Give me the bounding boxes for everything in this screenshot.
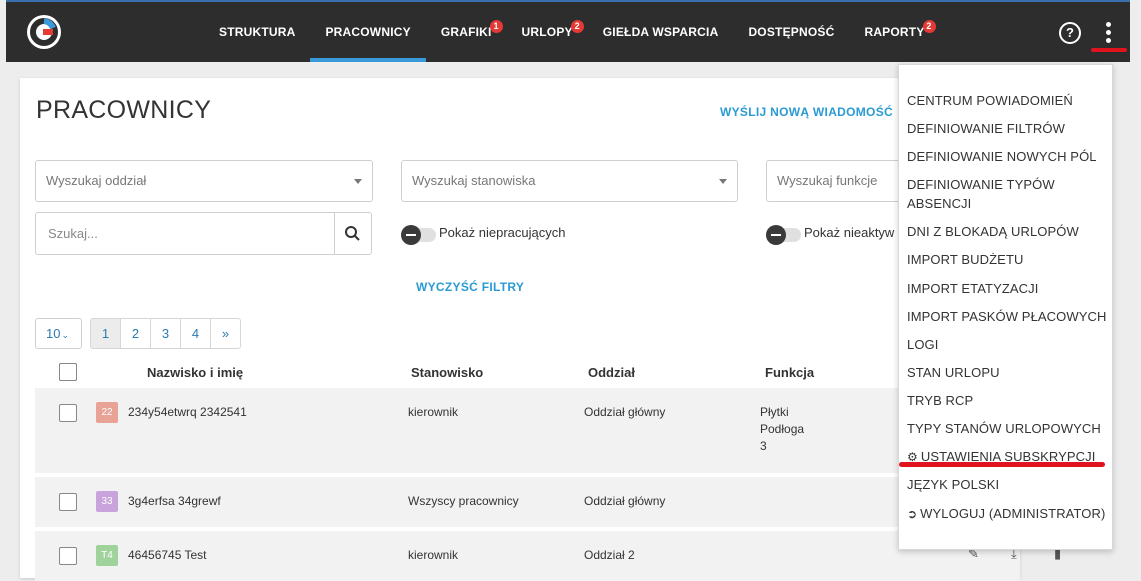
more-options-icon[interactable] <box>1100 22 1116 46</box>
notification-badge: 2 <box>570 20 584 33</box>
menu-item-import-payslips[interactable]: IMPORT PASKÓW PŁACOWYCH <box>907 307 1107 326</box>
show-inactive-toggle[interactable] <box>766 225 801 245</box>
show-inactive-label: Pokaż nieaktyw <box>804 225 895 240</box>
page-button[interactable]: 3 <box>150 318 181 349</box>
employee-department: Oddział główny <box>584 405 666 419</box>
page-title: PRACOWNICY <box>36 96 212 124</box>
function-line: Płytki <box>760 405 789 419</box>
menu-item-import-staffing[interactable]: IMPORT ETATYZACJI <box>907 279 1107 298</box>
employee-department: Oddział 2 <box>584 548 635 562</box>
send-new-message-link[interactable]: WYŚLIJ NOWĄ WIADOMOŚĆ <box>720 105 893 119</box>
notification-badge: 1 <box>489 20 503 33</box>
column-header-department[interactable]: Oddział <box>588 365 635 380</box>
caret-down-icon <box>719 179 727 184</box>
employee-badge: 22 <box>96 402 118 423</box>
chevron-down-icon: ⌄ <box>61 330 70 340</box>
column-header-function[interactable]: Funkcja <box>765 365 814 380</box>
row-checkbox[interactable] <box>59 493 77 511</box>
row-checkbox[interactable] <box>59 547 77 565</box>
function-select-placeholder: Wyszukaj funkcje <box>777 173 878 188</box>
employee-department: Oddział główny <box>584 494 666 508</box>
app-logo[interactable] <box>26 14 62 50</box>
menu-item-leave-block-days[interactable]: DNI Z BLOKADĄ URLOPÓW <box>907 222 1107 241</box>
menu-item-define-absence-types[interactable]: DEFINIOWANIE TYPÓW ABSENCJI <box>907 175 1087 213</box>
page-button[interactable]: 1 <box>90 318 121 349</box>
menu-item-language[interactable]: JĘZYK POLSKI <box>907 475 1107 494</box>
column-header-position[interactable]: Stanowisko <box>411 365 483 380</box>
main-nav: STRUKTURA PRACOWNICY GRAFIKI 1 URLOPY 2 GI… <box>204 2 940 62</box>
employee-function: Płytki Podłoga 3 <box>760 404 804 455</box>
employee-position: Wszyscy pracownicy <box>408 494 519 508</box>
nav-item-gielda-wsparcia[interactable]: GIEŁDA WSPARCIA <box>588 2 734 62</box>
toggle-knob <box>401 225 421 245</box>
nav-label: RAPORTY <box>864 25 925 39</box>
menu-item-define-new-fields[interactable]: DEFINIOWANIE NOWYCH PÓL <box>907 147 1107 166</box>
settings-dropdown-menu: CENTRUM POWIADOMIEŃ DEFINIOWANIE FILTRÓW… <box>898 64 1113 550</box>
employees-card: PRACOWNICY WYŚLIJ NOWĄ WIADOMOŚĆ Wyszuka… <box>20 78 1020 581</box>
menu-item-define-filters[interactable]: DEFINIOWANIE FILTRÓW <box>907 119 1107 138</box>
table-row[interactable]: T4 46456745 Test kierownik Oddział 2 <box>35 531 1020 581</box>
nav-label: STRUKTURA <box>219 25 296 39</box>
nav-label: GIEŁDA WSPARCIA <box>602 25 719 39</box>
nav-item-struktura[interactable]: STRUKTURA <box>204 2 310 62</box>
nav-item-raporty[interactable]: RAPORTY 2 <box>849 2 939 62</box>
toggle-knob <box>766 225 786 245</box>
nav-item-dostepnosc[interactable]: DOSTĘPNOŚĆ <box>733 2 849 62</box>
nav-item-pracownicy[interactable]: PRACOWNICY <box>310 2 426 62</box>
nav-item-grafiki[interactable]: GRAFIKI 1 <box>426 2 507 62</box>
employee-position: kierownik <box>408 405 459 419</box>
function-line: 3 <box>760 439 767 453</box>
caret-down-icon <box>354 179 362 184</box>
menu-item-rcp-mode[interactable]: TRYB RCP <box>907 391 1107 410</box>
nav-label: GRAFIKI <box>440 25 492 39</box>
department-select-placeholder: Wyszukaj oddział <box>46 173 147 188</box>
pagination: 1 2 3 4 » <box>90 318 241 349</box>
logout-icon: ➲ <box>907 507 918 521</box>
department-select[interactable]: Wyszukaj oddział <box>35 160 373 202</box>
top-navigation-bar: STRUKTURA PRACOWNICY GRAFIKI 1 URLOPY 2 GI… <box>6 0 1130 62</box>
nav-item-urlopy[interactable]: URLOPY 2 <box>507 2 588 62</box>
menu-item-leave-status[interactable]: STAN URLOPU <box>907 363 1107 382</box>
show-not-working-label: Pokaż niepracujących <box>439 225 566 240</box>
nav-label: URLOPY <box>521 25 573 39</box>
employee-name[interactable]: 46456745 Test <box>128 547 207 564</box>
table-row[interactable]: 22 234y54etwrq 2342541 kierownik Oddział… <box>35 388 1020 473</box>
nav-label: PRACOWNICY <box>325 25 411 39</box>
menu-item-import-budget[interactable]: IMPORT BUDŻETU <box>907 250 1107 269</box>
search-icon <box>345 226 360 241</box>
menu-item-leave-state-types[interactable]: TYPY STANÓW URLOPOWYCH <box>907 419 1107 438</box>
employee-badge: 33 <box>96 491 118 512</box>
help-icon[interactable]: ? <box>1059 22 1081 44</box>
employee-name[interactable]: 3g4erfsa 34grewf <box>128 493 221 510</box>
employee-badge: T4 <box>96 545 118 566</box>
employee-position: kierownik <box>408 548 459 562</box>
row-checkbox[interactable] <box>59 404 77 422</box>
page-button[interactable]: 2 <box>120 318 151 349</box>
next-page-button[interactable]: » <box>210 318 241 349</box>
menu-item-logout[interactable]: ➲ WYLOGUJ (ADMINISTRATOR) <box>907 504 1107 524</box>
nav-label: DOSTĘPNOŚĆ <box>748 25 835 39</box>
function-line: Podłoga <box>760 422 805 436</box>
clear-filters-link[interactable]: WYCZYŚĆ FILTRY <box>416 280 524 294</box>
search-input[interactable] <box>46 225 330 242</box>
position-select-placeholder: Wyszukaj stanowiska <box>412 173 536 188</box>
per-page-select[interactable]: 10⌄ <box>35 318 82 349</box>
column-header-name[interactable]: Nazwisko i imię <box>147 365 243 380</box>
show-not-working-toggle[interactable] <box>401 225 436 245</box>
search-field <box>35 212 372 255</box>
select-all-checkbox[interactable] <box>59 363 77 381</box>
table-row[interactable]: 33 3g4erfsa 34grewf Wszyscy pracownicy O… <box>35 477 1020 527</box>
per-page-value: 10 <box>46 326 61 341</box>
highlight-underline <box>1091 48 1127 52</box>
search-button[interactable] <box>334 213 371 254</box>
menu-item-logs[interactable]: LOGI <box>907 335 1107 354</box>
employee-name[interactable]: 234y54etwrq 2342541 <box>128 404 247 421</box>
menu-item-label: WYLOGUJ (ADMINISTRATOR) <box>920 506 1106 521</box>
page-button[interactable]: 4 <box>180 318 211 349</box>
menu-item-notification-center[interactable]: CENTRUM POWIADOMIEŃ <box>907 91 1107 110</box>
notification-badge: 2 <box>922 20 936 33</box>
highlight-underline <box>899 462 1105 467</box>
position-select[interactable]: Wyszukaj stanowiska <box>401 160 738 202</box>
